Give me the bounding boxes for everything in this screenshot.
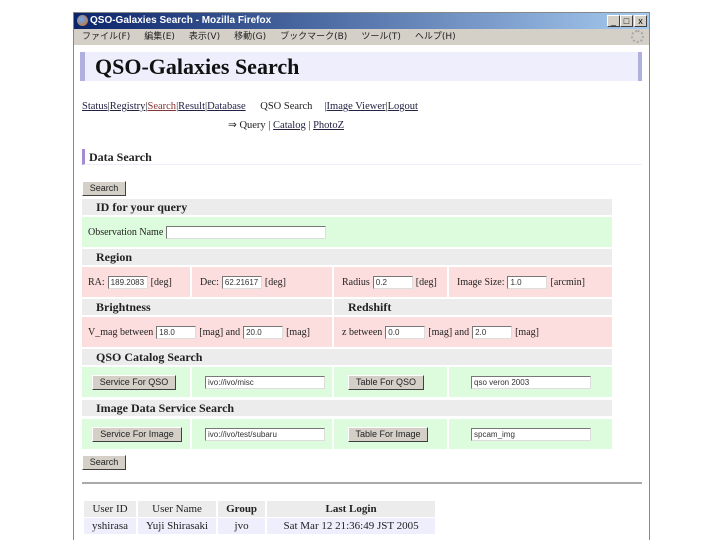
radius-label: Radius [342, 276, 370, 288]
menu-edit[interactable]: 編集(E) [144, 32, 175, 42]
vmag-min-input[interactable]: 18.0 [156, 325, 197, 339]
id-row: Observation Name [82, 217, 612, 247]
z-max-input[interactable]: 2.0 [472, 325, 513, 339]
ra-cell: RA: 189.2083 [deg] [82, 267, 172, 297]
dec-label: Dec: [200, 276, 219, 288]
nav-result[interactable]: Result [178, 101, 205, 112]
maximize-button[interactable]: □ [620, 15, 633, 27]
page-title: QSO-Galaxies Search [80, 52, 642, 81]
ra-input[interactable]: 189.2083 [107, 275, 148, 289]
service-for-image-button[interactable]: Service For Image [92, 426, 182, 442]
ra-unit: [deg] [150, 276, 172, 288]
service-for-qso-button[interactable]: Service For QSO [92, 374, 176, 390]
table-for-qso-button[interactable]: Table For QSO [348, 374, 424, 390]
group: jvo [218, 518, 266, 534]
col-group: Group [218, 501, 266, 517]
obs-cell: Observation Name [82, 217, 329, 247]
close-button[interactable]: x [634, 15, 647, 27]
menu-tools[interactable]: ツール(T) [361, 32, 401, 42]
brightness-header: Brightness [82, 299, 332, 315]
menu-view[interactable]: 表示(V) [189, 32, 220, 42]
id-section-header: ID for your query [82, 199, 612, 215]
nav-search[interactable]: Search [147, 101, 176, 112]
table-row: yshirasa Yuji Shirasaki jvo Sat Mar 12 2… [84, 518, 436, 534]
z-unit: [mag] [515, 326, 539, 338]
qso-header: QSO Catalog Search [82, 349, 612, 365]
firefox-icon [77, 15, 88, 26]
observation-name-input[interactable] [166, 225, 327, 239]
image-service-input[interactable]: ivo://ivo/test/subaru [205, 427, 325, 441]
nav-image-viewer[interactable]: Image Viewer [327, 101, 386, 112]
arrow-icon: ⇒ [228, 120, 237, 131]
col-last-login: Last Login [267, 501, 436, 517]
region-header: Region [82, 249, 612, 265]
nav-registry[interactable]: Registry [110, 101, 146, 112]
qso-service-input[interactable]: ivo://ivo/misc [205, 375, 325, 389]
vmag-unit: [mag] [286, 326, 310, 338]
qso-table-input[interactable]: qso veron 2003 [471, 375, 591, 389]
section-title: Data Search [82, 149, 642, 165]
subnav-current: Query [239, 120, 266, 131]
dec-input[interactable]: 62.21617 [221, 275, 262, 289]
user-table: User ID User Name Group Last Login yshir… [82, 500, 437, 535]
menu-go[interactable]: 移動(G) [234, 32, 266, 42]
nav-status[interactable]: Status [82, 101, 108, 112]
vmag-cell: V_mag between 18.0 [mag] and 20.0 [mag] [82, 317, 310, 347]
search-button-bottom[interactable]: Search [82, 455, 126, 470]
col-user-id: User ID [84, 501, 137, 517]
obs-label: Observation Name [88, 226, 164, 238]
search-button-top[interactable]: Search [82, 181, 126, 196]
radius-cell: Radius 0.2 [deg] [336, 267, 437, 297]
nav-database[interactable]: Database [207, 101, 245, 112]
image-size-cell: Image Size: 1.0 [arcmin] [451, 267, 585, 297]
image-size-label: Image Size: [457, 276, 505, 288]
nav-sep: | [268, 120, 271, 131]
dec-cell: Dec: 62.21617 [deg] [194, 267, 286, 297]
vmag-label: V_mag between [88, 326, 154, 338]
menu-bar: ファイル(F) 編集(E) 表示(V) 移動(G) ブックマーク(B) ツール(T) ヘルプ… [74, 29, 649, 45]
nav-sep: | [308, 120, 311, 131]
z-label: z between [342, 326, 383, 338]
radius-unit: [deg] [415, 276, 437, 288]
image-table-input[interactable]: spcam_img [471, 427, 591, 441]
subnav-catalog[interactable]: Catalog [273, 120, 306, 131]
last-login: Sat Mar 12 21:36:49 JST 2005 [267, 518, 436, 534]
menu-help[interactable]: ヘルプ(H) [415, 32, 456, 42]
table-for-image-button[interactable]: Table For Image [348, 426, 428, 442]
z-cell: z between 0.0 [mag] and 2.0 [mag] [336, 317, 539, 347]
main-nav: Status|Registry|Search|Result|Database Q… [82, 101, 418, 112]
minimize-button[interactable]: _ [607, 15, 620, 27]
subnav-photoz[interactable]: PhotoZ [313, 120, 344, 131]
nav-logout[interactable]: Logout [388, 101, 418, 112]
sub-nav: ⇒ Query | Catalog | PhotoZ [228, 119, 344, 131]
image-size-input[interactable]: 1.0 [507, 275, 548, 289]
image-row: Service For Image ivo://ivo/test/subaru … [82, 419, 612, 449]
image-size-unit: [arcmin] [550, 276, 585, 288]
region-row: RA: 189.2083 [deg] Dec: 62.21617 [deg] Radiu… [82, 267, 612, 297]
z-min-input[interactable]: 0.0 [385, 325, 426, 339]
throbber-icon [631, 30, 644, 43]
qso-row: Service For QSO ivo://ivo/misc Table For… [82, 367, 612, 397]
menu-file[interactable]: ファイル(F) [82, 32, 130, 42]
radius-input[interactable]: 0.2 [372, 275, 413, 289]
divider [82, 482, 642, 484]
user-name: Yuji Shirasaki [138, 518, 217, 534]
menu-bookmarks[interactable]: ブックマーク(B) [280, 32, 347, 42]
image-header: Image Data Service Search [82, 400, 612, 416]
title-bar: QSO-Galaxies Search - Mozilla Firefox [74, 13, 649, 29]
z-mid-label: [mag] and [428, 326, 470, 338]
dec-unit: [deg] [264, 276, 286, 288]
vmag-max-input[interactable]: 20.0 [243, 325, 284, 339]
user-id: yshirasa [84, 518, 137, 534]
table-header-row: User ID User Name Group Last Login [84, 501, 436, 517]
col-user-name: User Name [138, 501, 217, 517]
ra-label: RA: [88, 276, 105, 288]
nav-current: QSO Search [260, 101, 313, 112]
vmag-mid-label: [mag] and [199, 326, 241, 338]
redshift-header: Redshift [334, 299, 612, 315]
brightness-redshift-row: V_mag between 18.0 [mag] and 20.0 [mag] z be… [82, 317, 612, 347]
